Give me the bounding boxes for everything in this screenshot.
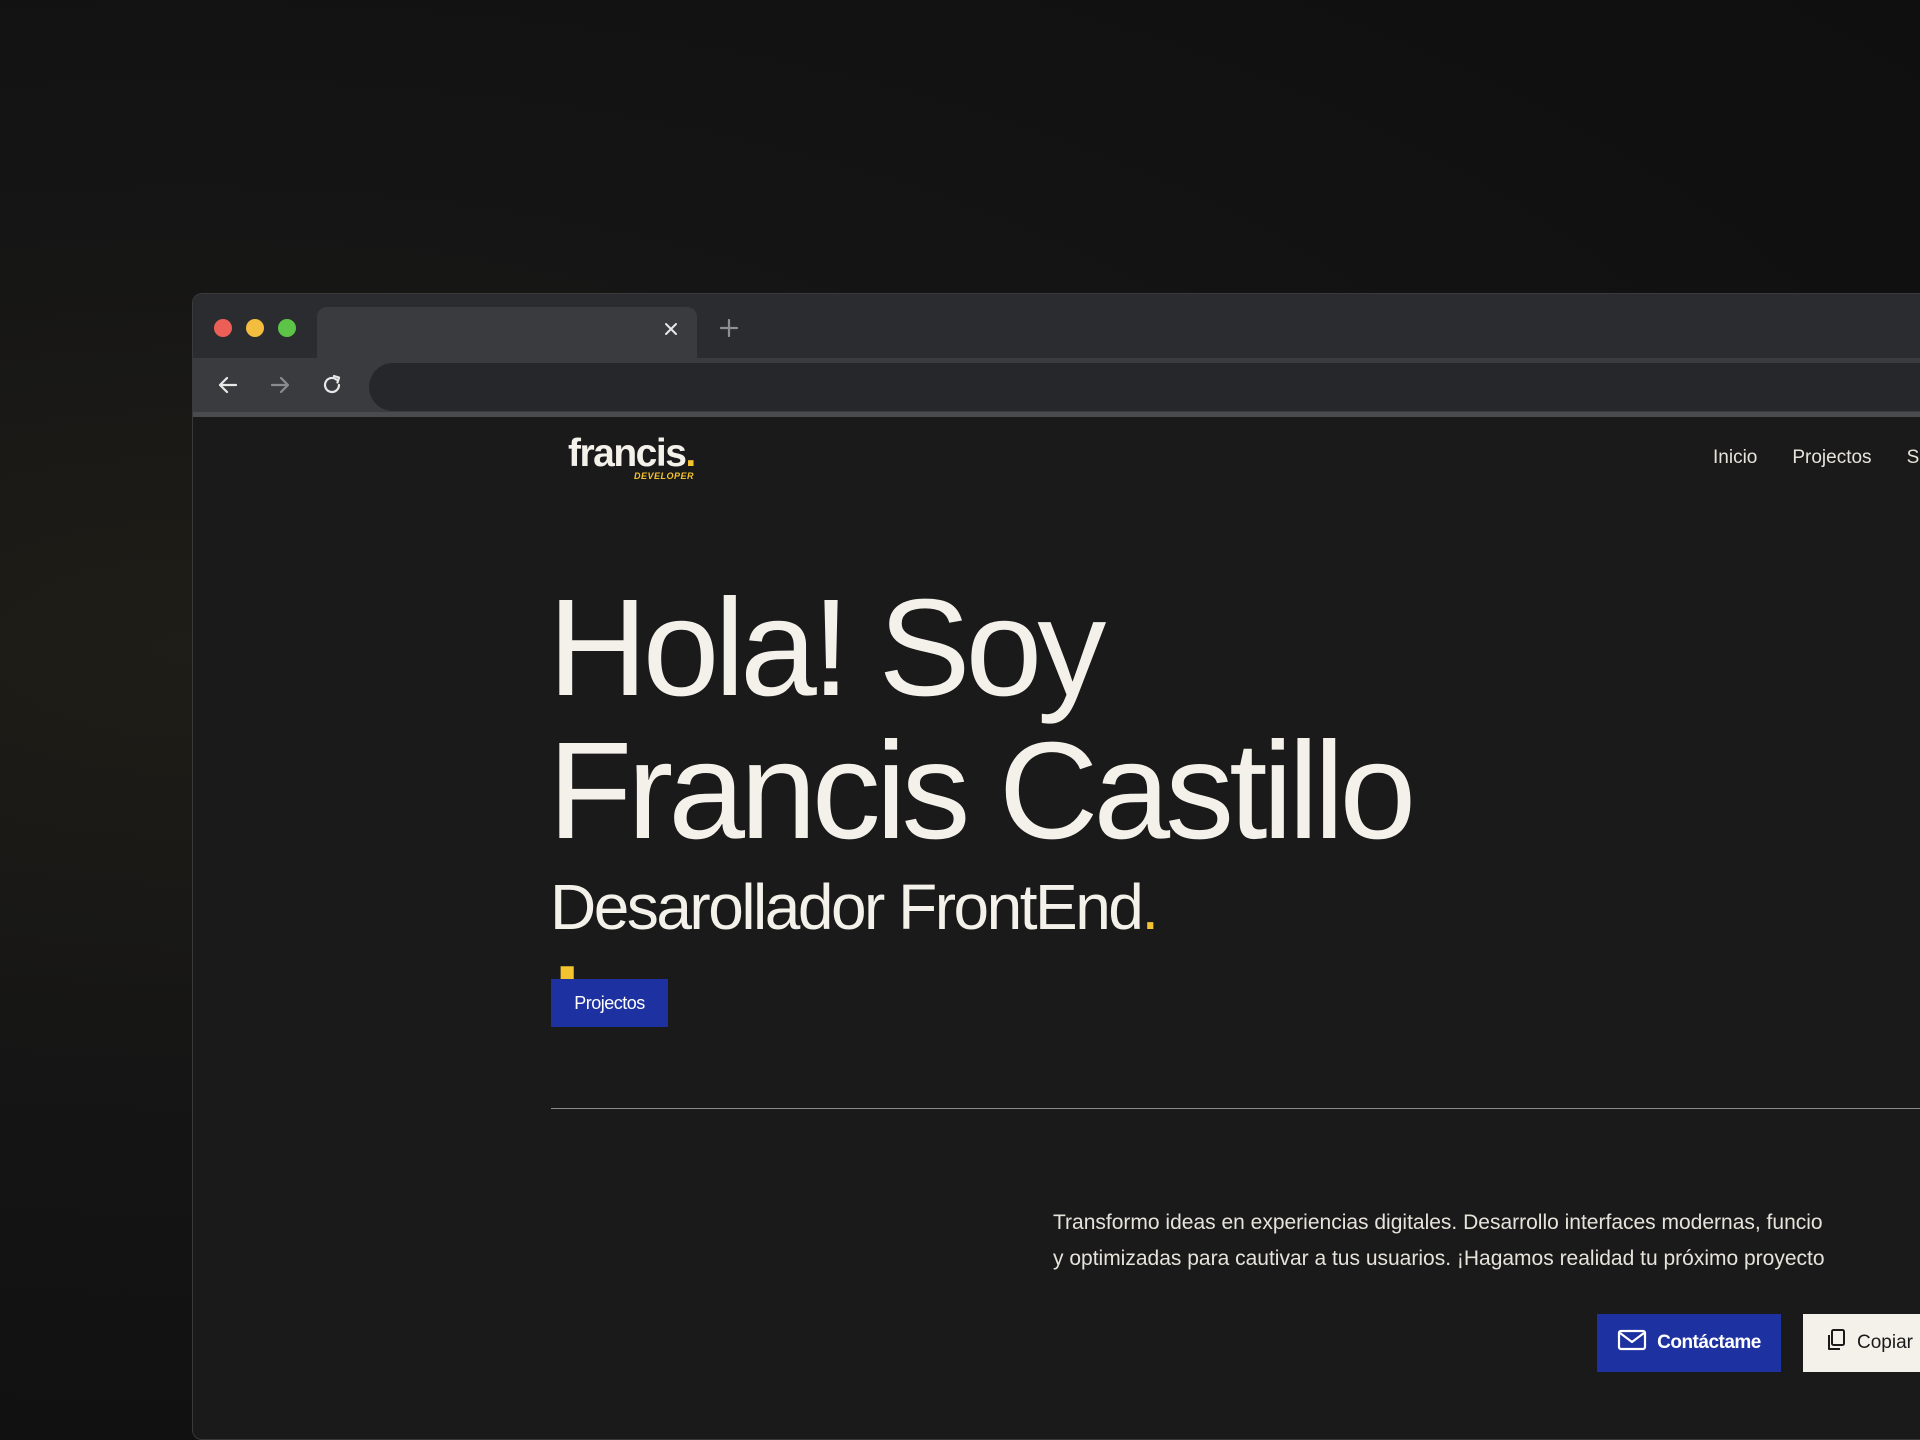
tab-bar [193,294,1920,358]
browser-tab[interactable] [317,307,697,358]
page-viewport: francis. DEVELOPER Inicio Projectos S Ho… [193,417,1920,1439]
hero-title-line-2: Francis Castillo. [548,714,1416,1006]
address-bar[interactable] [369,363,1920,411]
subtitle-accent-dot: . [1141,871,1159,943]
close-window-button[interactable] [214,319,232,337]
minimize-window-button[interactable] [246,319,264,337]
site-logo[interactable]: francis. DEVELOPER [568,434,738,484]
browser-toolbar [193,358,1920,412]
intro-line-1: Transformo ideas en experiencias digital… [1053,1211,1823,1234]
new-tab-icon[interactable] [715,314,743,342]
projects-button[interactable]: Projectos [551,979,668,1027]
logo-word: francis [568,432,687,475]
copy-icon [1825,1328,1847,1358]
logo-dot: . [685,432,696,475]
logo-wordmark: francis. [568,432,696,475]
hero-title-line-1: Hola! Soy [548,571,1106,725]
section-divider [551,1108,1920,1109]
nav-link-inicio[interactable]: Inicio [1713,447,1757,469]
contact-button[interactable]: Contáctame [1597,1314,1781,1372]
forward-arrow-icon[interactable] [265,370,295,400]
contact-button-label: Contáctame [1657,1332,1761,1353]
nav-link-partial[interactable]: S [1907,447,1920,469]
hero-name: Francis Castillo [548,714,1416,868]
hero-subtitle: Desarollador FrontEnd. [550,871,1159,943]
site-nav: Inicio Projectos S [1713,447,1919,469]
copy-button[interactable]: Copiar [1803,1314,1920,1372]
intro-line-2: y optimizadas para cautivar a tus usuari… [1053,1247,1825,1270]
nav-link-projectos[interactable]: Projectos [1792,447,1871,469]
reload-icon[interactable] [317,370,347,400]
browser-window: francis. DEVELOPER Inicio Projectos S Ho… [192,293,1920,1440]
intro-paragraph: Transformo ideas en experiencias digital… [1053,1205,1920,1277]
close-tab-icon[interactable] [659,317,683,341]
logo-subtitle: DEVELOPER [634,471,695,481]
mail-icon [1617,1328,1647,1358]
back-arrow-icon[interactable] [213,370,243,400]
copy-button-label: Copiar [1857,1332,1913,1353]
hero-subtitle-text: Desarollador FrontEnd [550,871,1144,943]
maximize-window-button[interactable] [278,319,296,337]
